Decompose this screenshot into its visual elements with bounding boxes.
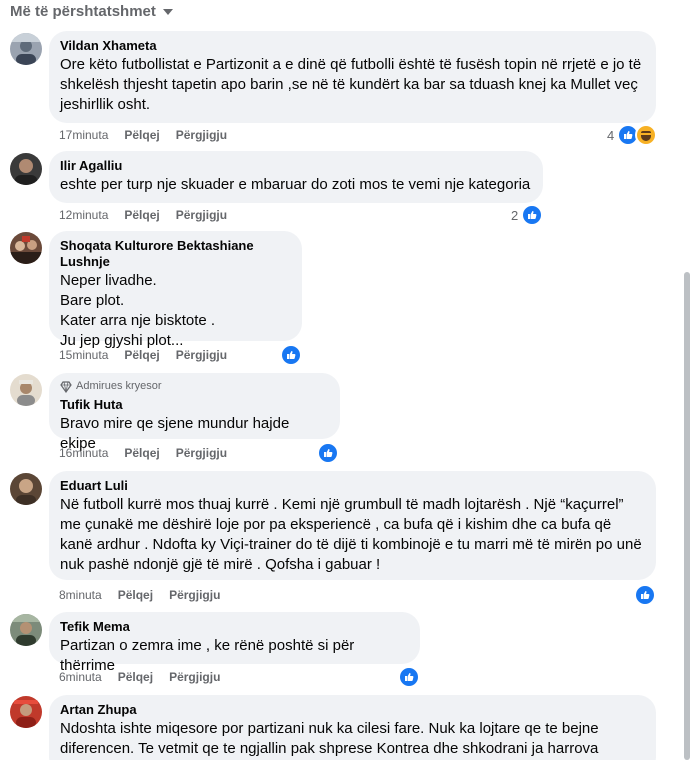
diamond-icon: [60, 380, 72, 393]
avatar[interactable]: [10, 696, 42, 728]
badge-label: Admirues kryesor: [76, 380, 162, 392]
avatar[interactable]: [10, 33, 42, 65]
comment: Artan Zhupa Ndoshta ishte miqesore por p…: [0, 694, 680, 760]
comment-time[interactable]: 17minuta: [59, 128, 108, 142]
comment-author[interactable]: Eduart Luli: [60, 478, 645, 494]
like-icon: [521, 204, 544, 226]
comment-bubble: Admirues kryesor Tufik Huta Bravo mire q…: [49, 373, 340, 452]
reaction-summary[interactable]: [398, 666, 420, 688]
comment-time[interactable]: 8minuta: [59, 588, 102, 602]
comment-actions: 15minuta Pëlqej Përgjigju: [59, 347, 227, 363]
reply-button[interactable]: Përgjigju: [169, 588, 220, 602]
reaction-summary[interactable]: 2: [511, 204, 544, 226]
comment-actions: 16minuta Pëlqej Përgjigju: [59, 445, 227, 461]
comment-text: eshte per turp nje skuader e mbaruar do …: [60, 176, 531, 193]
comment-bubble: Vildan Xhameta Ore këto futbollistat e P…: [49, 31, 656, 123]
comment-time[interactable]: 16minuta: [59, 446, 108, 460]
comment-bubble: Tefik Mema Partizan o zemra ime , ke rën…: [49, 612, 420, 674]
reply-button[interactable]: Përgjigju: [176, 128, 227, 142]
reaction-summary[interactable]: [280, 344, 302, 366]
comment: Vildan Xhameta Ore këto futbollistat e P…: [0, 30, 680, 150]
scrollbar-thumb[interactable]: [684, 272, 690, 760]
comment: Shoqata Kulturore Bektashiane Lushnje Ne…: [0, 230, 680, 370]
comment-time[interactable]: 12minuta: [59, 208, 108, 222]
comment-author[interactable]: Vildan Xhameta: [60, 38, 645, 54]
like-button[interactable]: Pëlqej: [124, 208, 159, 222]
reaction-count: 4: [607, 127, 615, 143]
comment-bubble: Artan Zhupa Ndoshta ishte miqesore por p…: [49, 695, 656, 760]
like-button[interactable]: Pëlqej: [124, 348, 159, 362]
avatar[interactable]: [10, 614, 42, 646]
comment: Eduart Luli Në futboll kurrë mos thuaj k…: [0, 470, 680, 610]
like-icon: [317, 442, 339, 464]
like-button[interactable]: Pëlqej: [124, 128, 159, 142]
comment-time[interactable]: 6minuta: [59, 670, 102, 684]
like-icon: [280, 344, 302, 366]
avatar[interactable]: [10, 232, 42, 264]
sort-comments-dropdown[interactable]: Më të përshtatshmet: [10, 1, 173, 21]
like-icon: [634, 584, 656, 606]
avatar[interactable]: [10, 374, 42, 406]
comment-actions: 6minuta Pëlqej Përgjigju: [59, 669, 220, 685]
reply-button[interactable]: Përgjigju: [176, 446, 227, 460]
reaction-summary[interactable]: 4: [607, 124, 658, 146]
comment-text: Në futboll kurrë mos thuaj kurrë . Kemi …: [60, 496, 642, 573]
like-button[interactable]: Pëlqej: [118, 670, 153, 684]
caret-down-icon: [162, 9, 173, 15]
reply-button[interactable]: Përgjigju: [169, 670, 220, 684]
like-button[interactable]: Pëlqej: [124, 446, 159, 460]
reply-button[interactable]: Përgjigju: [176, 348, 227, 362]
comment-author[interactable]: Tefik Mema: [60, 619, 409, 635]
avatar[interactable]: [10, 473, 42, 505]
avatar[interactable]: [10, 153, 42, 185]
reply-button[interactable]: Përgjigju: [176, 208, 227, 222]
comment: Admirues kryesor Tufik Huta Bravo mire q…: [0, 370, 680, 470]
comment-text: Neper livadhe. Bare plot. Kater arra nje…: [60, 272, 216, 349]
like-icon: [398, 666, 420, 688]
comment-author[interactable]: Tufik Huta: [60, 397, 329, 413]
comment-bubble: Eduart Luli Në futboll kurrë mos thuaj k…: [49, 471, 656, 580]
reaction-summary[interactable]: [317, 442, 339, 464]
scrollbar[interactable]: [683, 0, 691, 760]
comment-author[interactable]: Ilir Agalliu: [60, 158, 532, 174]
comment-bubble: Ilir Agalliu eshte per turp nje skuader …: [49, 151, 543, 203]
comment-time[interactable]: 15minuta: [59, 348, 108, 362]
comment-bubble: Shoqata Kulturore Bektashiane Lushnje Ne…: [49, 231, 302, 349]
comment-actions: 12minuta Pëlqej Përgjigju: [59, 207, 227, 223]
like-button[interactable]: Pëlqej: [118, 588, 153, 602]
comment: Ilir Agalliu eshte per turp nje skuader …: [0, 150, 680, 230]
comment: Tefik Mema Partizan o zemra ime , ke rën…: [0, 610, 680, 694]
comment-text: Ore këto futbollistat e Partizonit a e d…: [60, 56, 642, 113]
comment-actions: 17minuta Pëlqej Përgjigju: [59, 127, 227, 143]
sort-label: Më të përshtatshmet: [10, 2, 156, 20]
reaction-summary[interactable]: [634, 584, 656, 606]
reaction-count: 2: [511, 207, 519, 223]
comment-author[interactable]: Shoqata Kulturore Bektashiane Lushnje: [60, 238, 291, 270]
comment-author[interactable]: Artan Zhupa: [60, 702, 645, 718]
haha-icon: [635, 124, 658, 146]
comment-actions: 8minuta Pëlqej Përgjigju: [59, 587, 220, 603]
comment-text: Ndoshta ishte miqesore por partizani nuk…: [60, 720, 599, 757]
top-fan-badge[interactable]: Admirues kryesor: [60, 380, 329, 393]
